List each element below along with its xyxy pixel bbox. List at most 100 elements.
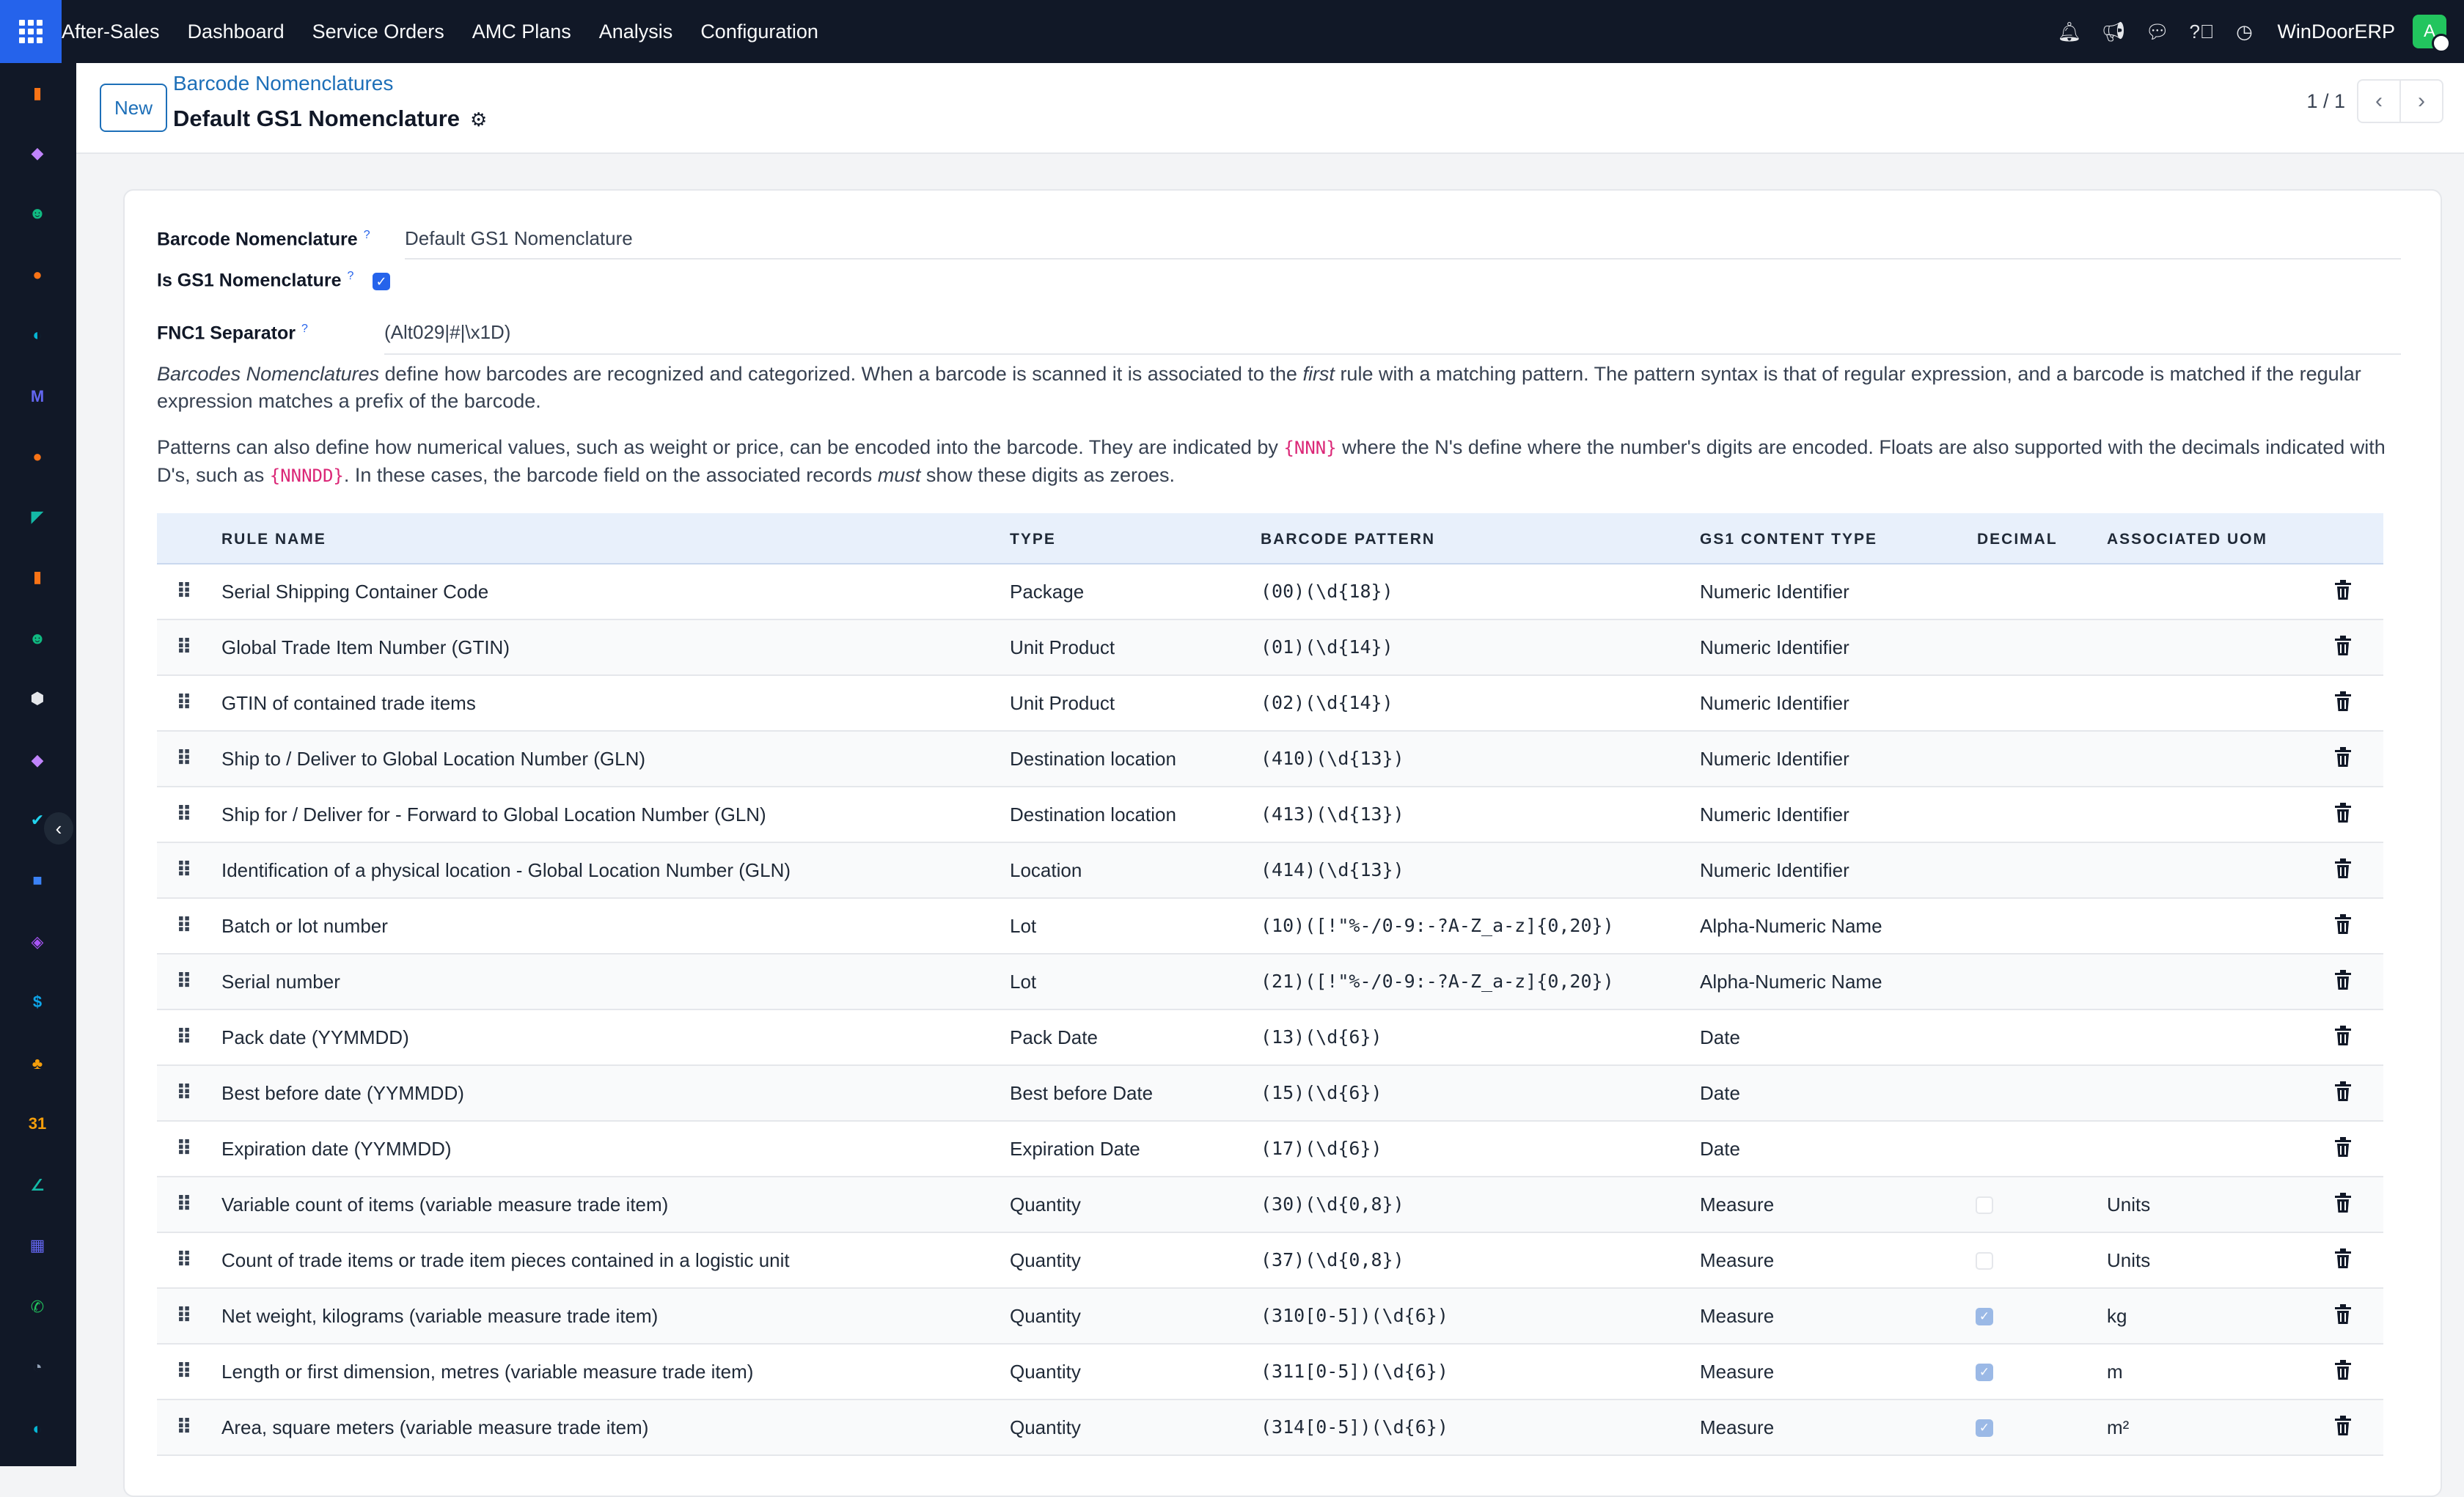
cell-type[interactable]: Lot (1010, 915, 1036, 938)
menu-service-orders[interactable]: Service Orders (312, 21, 444, 43)
trash-icon[interactable] (2333, 691, 2353, 713)
reports-app-icon[interactable]: ▮ (23, 563, 51, 591)
employees-app-icon[interactable]: ☻ (23, 625, 51, 652)
cell-type[interactable]: Quantity (1010, 1416, 1081, 1439)
table-row[interactable]: ⠿ Length or first dimension, metres (vari… (157, 1345, 2383, 1400)
cell-gs1-content-type[interactable]: Alpha-Numeric Name (1700, 971, 1882, 993)
cell-type[interactable]: Best before Date (1010, 1082, 1153, 1105)
avatar[interactable]: A (2413, 15, 2451, 53)
cell-rule-name[interactable]: Identification of a physical location - … (221, 859, 791, 882)
cell-type[interactable]: Quantity (1010, 1249, 1081, 1272)
cell-gs1-content-type[interactable]: Date (1700, 1138, 1740, 1161)
table-row[interactable]: ⠿ Serial number Lot (21)([!"%-/0-9:-?A-Z_a-… (157, 955, 2383, 1010)
menu-dashboard[interactable]: Dashboard (188, 21, 285, 43)
knowledge-app-icon[interactable]: ■ (23, 867, 51, 894)
help-tooltip-icon[interactable]: ? (301, 323, 308, 335)
cell-barcode-pattern[interactable]: (15)(\d{6}) (1261, 1082, 1382, 1103)
cell-rule-name[interactable]: Pack date (YYMMDD) (221, 1026, 409, 1049)
bar-chart-app-icon[interactable]: ▮ (23, 79, 51, 107)
calendar-app-icon[interactable]: 31 (23, 1110, 51, 1138)
col-associated-uom[interactable]: ASSOCIATED UOM (2107, 531, 2267, 548)
cell-barcode-pattern[interactable]: (17)(\d{6}) (1261, 1138, 1382, 1159)
inventory-app-icon[interactable]: ⬢ (23, 685, 51, 713)
trash-icon[interactable] (2333, 913, 2353, 935)
cell-rule-name[interactable]: Area, square meters (variable measure tr… (221, 1416, 648, 1439)
help-tooltip-icon[interactable]: ? (364, 229, 370, 241)
decimal-checkbox[interactable]: ✓ (1976, 1364, 1993, 1381)
contacts-app-icon[interactable]: ☻ (23, 199, 51, 227)
cell-type[interactable]: Unit Product (1010, 692, 1115, 715)
cell-rule-name[interactable]: GTIN of contained trade items (221, 692, 476, 715)
dashboard-app-icon[interactable]: ▦ (23, 1232, 51, 1259)
col-rule-name[interactable]: RULE NAME (221, 531, 326, 548)
table-row[interactable]: ⠿ Identification of a physical location -… (157, 843, 2383, 899)
discuss2-app-icon[interactable]: ◐ (23, 1415, 51, 1443)
cell-barcode-pattern[interactable]: (30)(\d{0,8}) (1261, 1193, 1404, 1215)
menu-analysis[interactable]: Analysis (599, 21, 673, 43)
chevron-left-icon[interactable]: ‹ (2357, 79, 2401, 123)
invoicing-app-icon[interactable]: $ (23, 988, 51, 1016)
drag-handle-icon[interactable]: ⠿ (176, 579, 192, 603)
cell-barcode-pattern[interactable]: (414)(\d{13}) (1261, 859, 1404, 880)
trash-icon[interactable] (2333, 1415, 2353, 1437)
is-gs1-checkbox[interactable]: ✓ (373, 273, 390, 290)
trash-icon[interactable] (2333, 579, 2353, 601)
table-row[interactable]: ⠿ Count of trade items or trade item piec… (157, 1233, 2383, 1289)
cell-type[interactable]: Destination location (1010, 803, 1176, 826)
drag-handle-icon[interactable]: ⠿ (176, 969, 192, 993)
drag-handle-icon[interactable]: ⠿ (176, 1303, 192, 1328)
team-app-icon[interactable]: ♣ (23, 1050, 51, 1078)
cell-barcode-pattern[interactable]: (410)(\d{13}) (1261, 748, 1404, 769)
pager-value[interactable]: 1 / 1 (2306, 90, 2345, 113)
chevron-right-icon[interactable]: › (2401, 79, 2443, 123)
cell-barcode-pattern[interactable]: (314[0-5])(\d{6}) (1261, 1416, 1448, 1438)
col-decimal[interactable]: DECIMAL (1977, 531, 2058, 548)
trash-icon[interactable] (2333, 969, 2353, 991)
cell-associated-uom[interactable]: m (2107, 1361, 2123, 1383)
cell-type[interactable]: Unit Product (1010, 636, 1115, 659)
cell-gs1-content-type[interactable]: Measure (1700, 1249, 1774, 1272)
cell-type[interactable]: Destination location (1010, 748, 1176, 770)
discuss-app-icon[interactable]: ◐ (23, 321, 51, 349)
trash-icon[interactable] (2333, 858, 2353, 880)
drag-handle-icon[interactable]: ⠿ (176, 746, 192, 770)
cell-associated-uom[interactable]: m² (2107, 1416, 2129, 1439)
cell-gs1-content-type[interactable]: Numeric Identifier (1700, 803, 1849, 826)
table-row[interactable]: ⠿ Area, square meters (variable measure t… (157, 1400, 2383, 1456)
trash-icon[interactable] (2333, 746, 2353, 768)
chat-bubble-app-icon[interactable]: ● (23, 443, 51, 471)
fnc1-separator-field[interactable]: (Alt029|#|\x1D) (384, 321, 510, 344)
cell-rule-name[interactable]: Serial number (221, 971, 340, 993)
table-row[interactable]: ⠿ Pack date (YYMMDD) Pack Date (13)(\d{6}) D… (157, 1010, 2383, 1066)
trash-icon[interactable] (2333, 1303, 2353, 1325)
cell-barcode-pattern[interactable]: (413)(\d{13}) (1261, 803, 1404, 825)
table-row[interactable]: ⠿ Net weight, kilograms (variable measure… (157, 1289, 2383, 1345)
mail-app-icon[interactable]: M (23, 383, 51, 411)
drag-handle-icon[interactable]: ⠿ (176, 913, 192, 938)
app-name-menu[interactable]: After-Sales (62, 21, 160, 43)
cell-rule-name[interactable]: Variable count of items (variable measur… (221, 1193, 668, 1216)
sidebar-collapse-toggle[interactable]: ‹ (44, 812, 73, 845)
nomenclature-field[interactable]: Default GS1 Nomenclature (405, 227, 633, 250)
cell-gs1-content-type[interactable]: Measure (1700, 1305, 1774, 1328)
table-row[interactable]: ⠿ Ship to / Deliver to Global Location Nu… (157, 732, 2383, 787)
cell-gs1-content-type[interactable]: Alpha-Numeric Name (1700, 915, 1882, 938)
table-row[interactable]: ⠿ GTIN of contained trade items Unit Produ… (157, 676, 2383, 732)
trash-icon[interactable] (2333, 1248, 2353, 1270)
app-menu-button[interactable] (0, 0, 62, 63)
cell-type[interactable]: Quantity (1010, 1361, 1081, 1383)
megaphone-icon[interactable]: 📢︎ (2101, 21, 2125, 43)
menu-configuration[interactable]: Configuration (700, 21, 818, 43)
table-row[interactable]: ⠿ Expiration date (YYMMDD) Expiration Date… (157, 1122, 2383, 1177)
trash-icon[interactable] (2333, 1359, 2353, 1381)
trash-icon[interactable] (2333, 1136, 2353, 1158)
gear-icon[interactable]: ⚙ (470, 108, 487, 130)
cell-gs1-content-type[interactable]: Numeric Identifier (1700, 636, 1849, 659)
cell-rule-name[interactable]: Global Trade Item Number (GTIN) (221, 636, 510, 659)
cell-type[interactable]: Quantity (1010, 1193, 1081, 1216)
drag-handle-icon[interactable]: ⠿ (176, 635, 192, 659)
whatsapp-app-icon[interactable]: ✆ (23, 1293, 51, 1321)
cell-barcode-pattern[interactable]: (21)([!"%-/0-9:-?A-Z_a-z]{0,20}) (1261, 971, 1614, 992)
cell-rule-name[interactable]: Count of trade items or trade item piece… (221, 1249, 790, 1272)
drag-handle-icon[interactable]: ⠿ (176, 1081, 192, 1105)
